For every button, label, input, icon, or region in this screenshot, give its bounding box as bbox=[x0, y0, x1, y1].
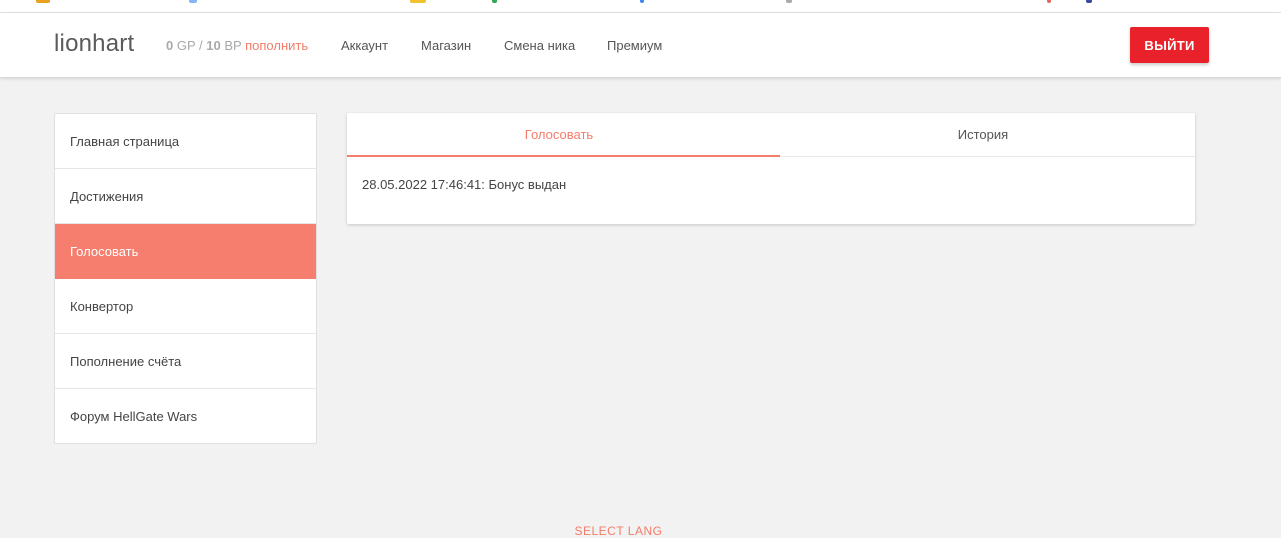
bookmark-favicon[interactable] bbox=[640, 0, 644, 3]
bookmark-favicon[interactable] bbox=[786, 0, 792, 3]
nav-premium[interactable]: Премиум bbox=[607, 38, 662, 53]
active-tab-indicator bbox=[347, 155, 780, 157]
sidebar-item-home[interactable]: Главная страница bbox=[55, 114, 316, 169]
select-lang-link[interactable]: SELECT LANG bbox=[0, 524, 1237, 538]
sidebar-item-converter[interactable]: Конвертор bbox=[55, 279, 316, 334]
top-navbar: lionhart 0 GP / 10 BP пополнить Аккаунт … bbox=[0, 13, 1281, 78]
tab-history[interactable]: История bbox=[771, 113, 1195, 157]
history-entry: 28.05.2022 17:46:41: Бонус выдан bbox=[362, 177, 567, 192]
bookmark-favicon[interactable] bbox=[492, 0, 497, 3]
balance-indicator: 0 GP / 10 BP пополнить bbox=[166, 38, 308, 53]
sidebar-item-topup[interactable]: Пополнение счёта bbox=[55, 334, 316, 389]
topup-link[interactable]: пополнить bbox=[245, 38, 308, 53]
bookmark-favicon[interactable] bbox=[1047, 0, 1051, 3]
tab-vote[interactable]: Голосовать bbox=[347, 113, 771, 157]
bookmarks-bar bbox=[0, 0, 1281, 13]
nav-change-nick[interactable]: Смена ника bbox=[504, 38, 575, 53]
bp-unit: BP bbox=[224, 38, 242, 53]
sidebar-item-achievements[interactable]: Достижения bbox=[55, 169, 316, 224]
gp-unit: GP bbox=[176, 38, 196, 53]
bp-value: 10 bbox=[206, 38, 221, 53]
sidebar-item-vote[interactable]: Голосовать bbox=[55, 224, 316, 279]
bookmark-favicon[interactable] bbox=[189, 0, 197, 3]
sidebar-item-forum[interactable]: Форум HellGate Wars bbox=[55, 389, 316, 444]
logout-button[interactable]: ВЫЙТИ bbox=[1130, 27, 1209, 63]
gp-value: 0 bbox=[166, 38, 174, 53]
sidebar-menu: Главная страница Достижения Голосовать К… bbox=[54, 113, 317, 444]
bookmark-favicon[interactable] bbox=[36, 0, 50, 3]
nav-account[interactable]: Аккаунт bbox=[341, 38, 388, 53]
tab-bar: Голосовать История bbox=[347, 113, 1195, 157]
vote-panel: Голосовать История 28.05.2022 17:46:41: … bbox=[347, 113, 1195, 224]
bookmark-favicon[interactable] bbox=[1086, 0, 1092, 3]
bookmark-favicon[interactable] bbox=[410, 0, 426, 3]
balance-separator: / bbox=[199, 38, 203, 53]
brand-username: lionhart bbox=[54, 30, 135, 57]
nav-shop[interactable]: Магазин bbox=[421, 38, 471, 53]
